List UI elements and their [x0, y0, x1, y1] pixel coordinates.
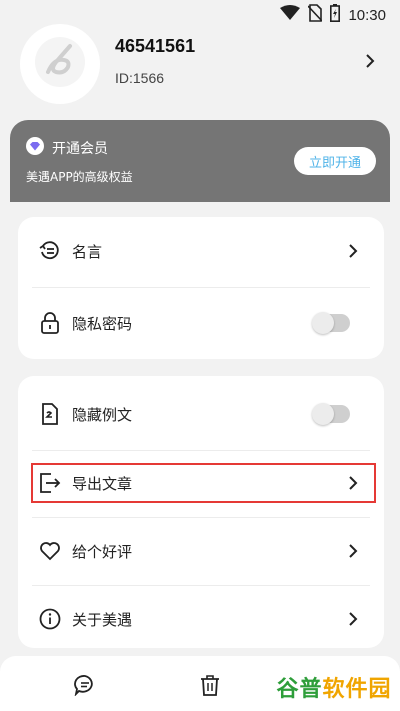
settings-item-hide-examples: 隐藏例文	[18, 384, 384, 444]
app-logo-icon	[34, 36, 86, 92]
settings-item-label: 给个好评	[72, 542, 133, 561]
settings-item-quotes[interactable]: 名言	[18, 221, 384, 281]
watermark-part-1: 谷普	[276, 677, 323, 702]
document-icon	[38, 402, 62, 426]
watermark: 谷普 软件园	[272, 670, 396, 704]
chevron-right-icon	[346, 244, 360, 258]
divider	[32, 287, 370, 288]
privacy-password-toggle[interactable]	[312, 312, 350, 334]
settings-item-label: 隐私密码	[72, 314, 133, 333]
lock-icon	[38, 311, 62, 335]
wifi-icon	[280, 5, 301, 25]
settings-item-export-articles[interactable]: 导出文章	[18, 453, 384, 513]
no-sim-icon	[307, 4, 324, 26]
activate-vip-button[interactable]: 立即开通	[294, 147, 376, 175]
toggle-knob	[312, 312, 334, 334]
settings-item-about[interactable]: 关于美遇	[18, 589, 384, 649]
toggle-knob	[312, 403, 334, 425]
settings-item-label: 导出文章	[72, 474, 133, 493]
settings-card-1: 名言 隐私密码	[18, 217, 384, 359]
username: 46541561	[115, 36, 196, 56]
trash-icon[interactable]	[200, 674, 220, 700]
watermark-part-2: 软件园	[322, 677, 392, 702]
divider	[32, 517, 370, 518]
battery-icon	[330, 4, 341, 26]
export-icon	[38, 471, 62, 495]
user-id: ID:1566	[115, 70, 165, 86]
status-time: 10:30	[348, 6, 386, 24]
settings-item-label: 隐藏例文	[72, 405, 133, 424]
vip-banner[interactable]: 开通会员 美遇APP的高级权益 立即开通	[10, 120, 390, 202]
settings-item-rate-app[interactable]: 给个好评	[18, 521, 384, 581]
settings-item-label: 关于美遇	[72, 610, 133, 629]
quote-icon	[38, 239, 62, 263]
profile-header[interactable]: 46541561 ID:1566	[0, 24, 400, 104]
info-icon	[38, 607, 62, 631]
avatar[interactable]	[20, 24, 100, 104]
settings-item-label: 名言	[72, 242, 103, 261]
vip-title: 开通会员	[52, 141, 108, 157]
vip-subtitle: 美遇APP的高级权益	[26, 170, 133, 184]
hide-examples-toggle[interactable]	[312, 403, 350, 425]
chevron-right-icon	[346, 476, 360, 490]
heart-icon	[38, 539, 62, 563]
diamond-icon	[26, 137, 44, 159]
divider	[32, 585, 370, 586]
chevron-right-icon	[346, 544, 360, 558]
settings-item-privacy-password: 隐私密码	[18, 293, 384, 353]
divider	[32, 450, 370, 451]
settings-card-2: 隐藏例文 导出文章 给个好评 关于美遇	[18, 376, 384, 648]
chevron-right-icon	[346, 612, 360, 626]
chat-icon[interactable]	[74, 674, 96, 700]
chevron-right-icon[interactable]	[364, 53, 376, 73]
